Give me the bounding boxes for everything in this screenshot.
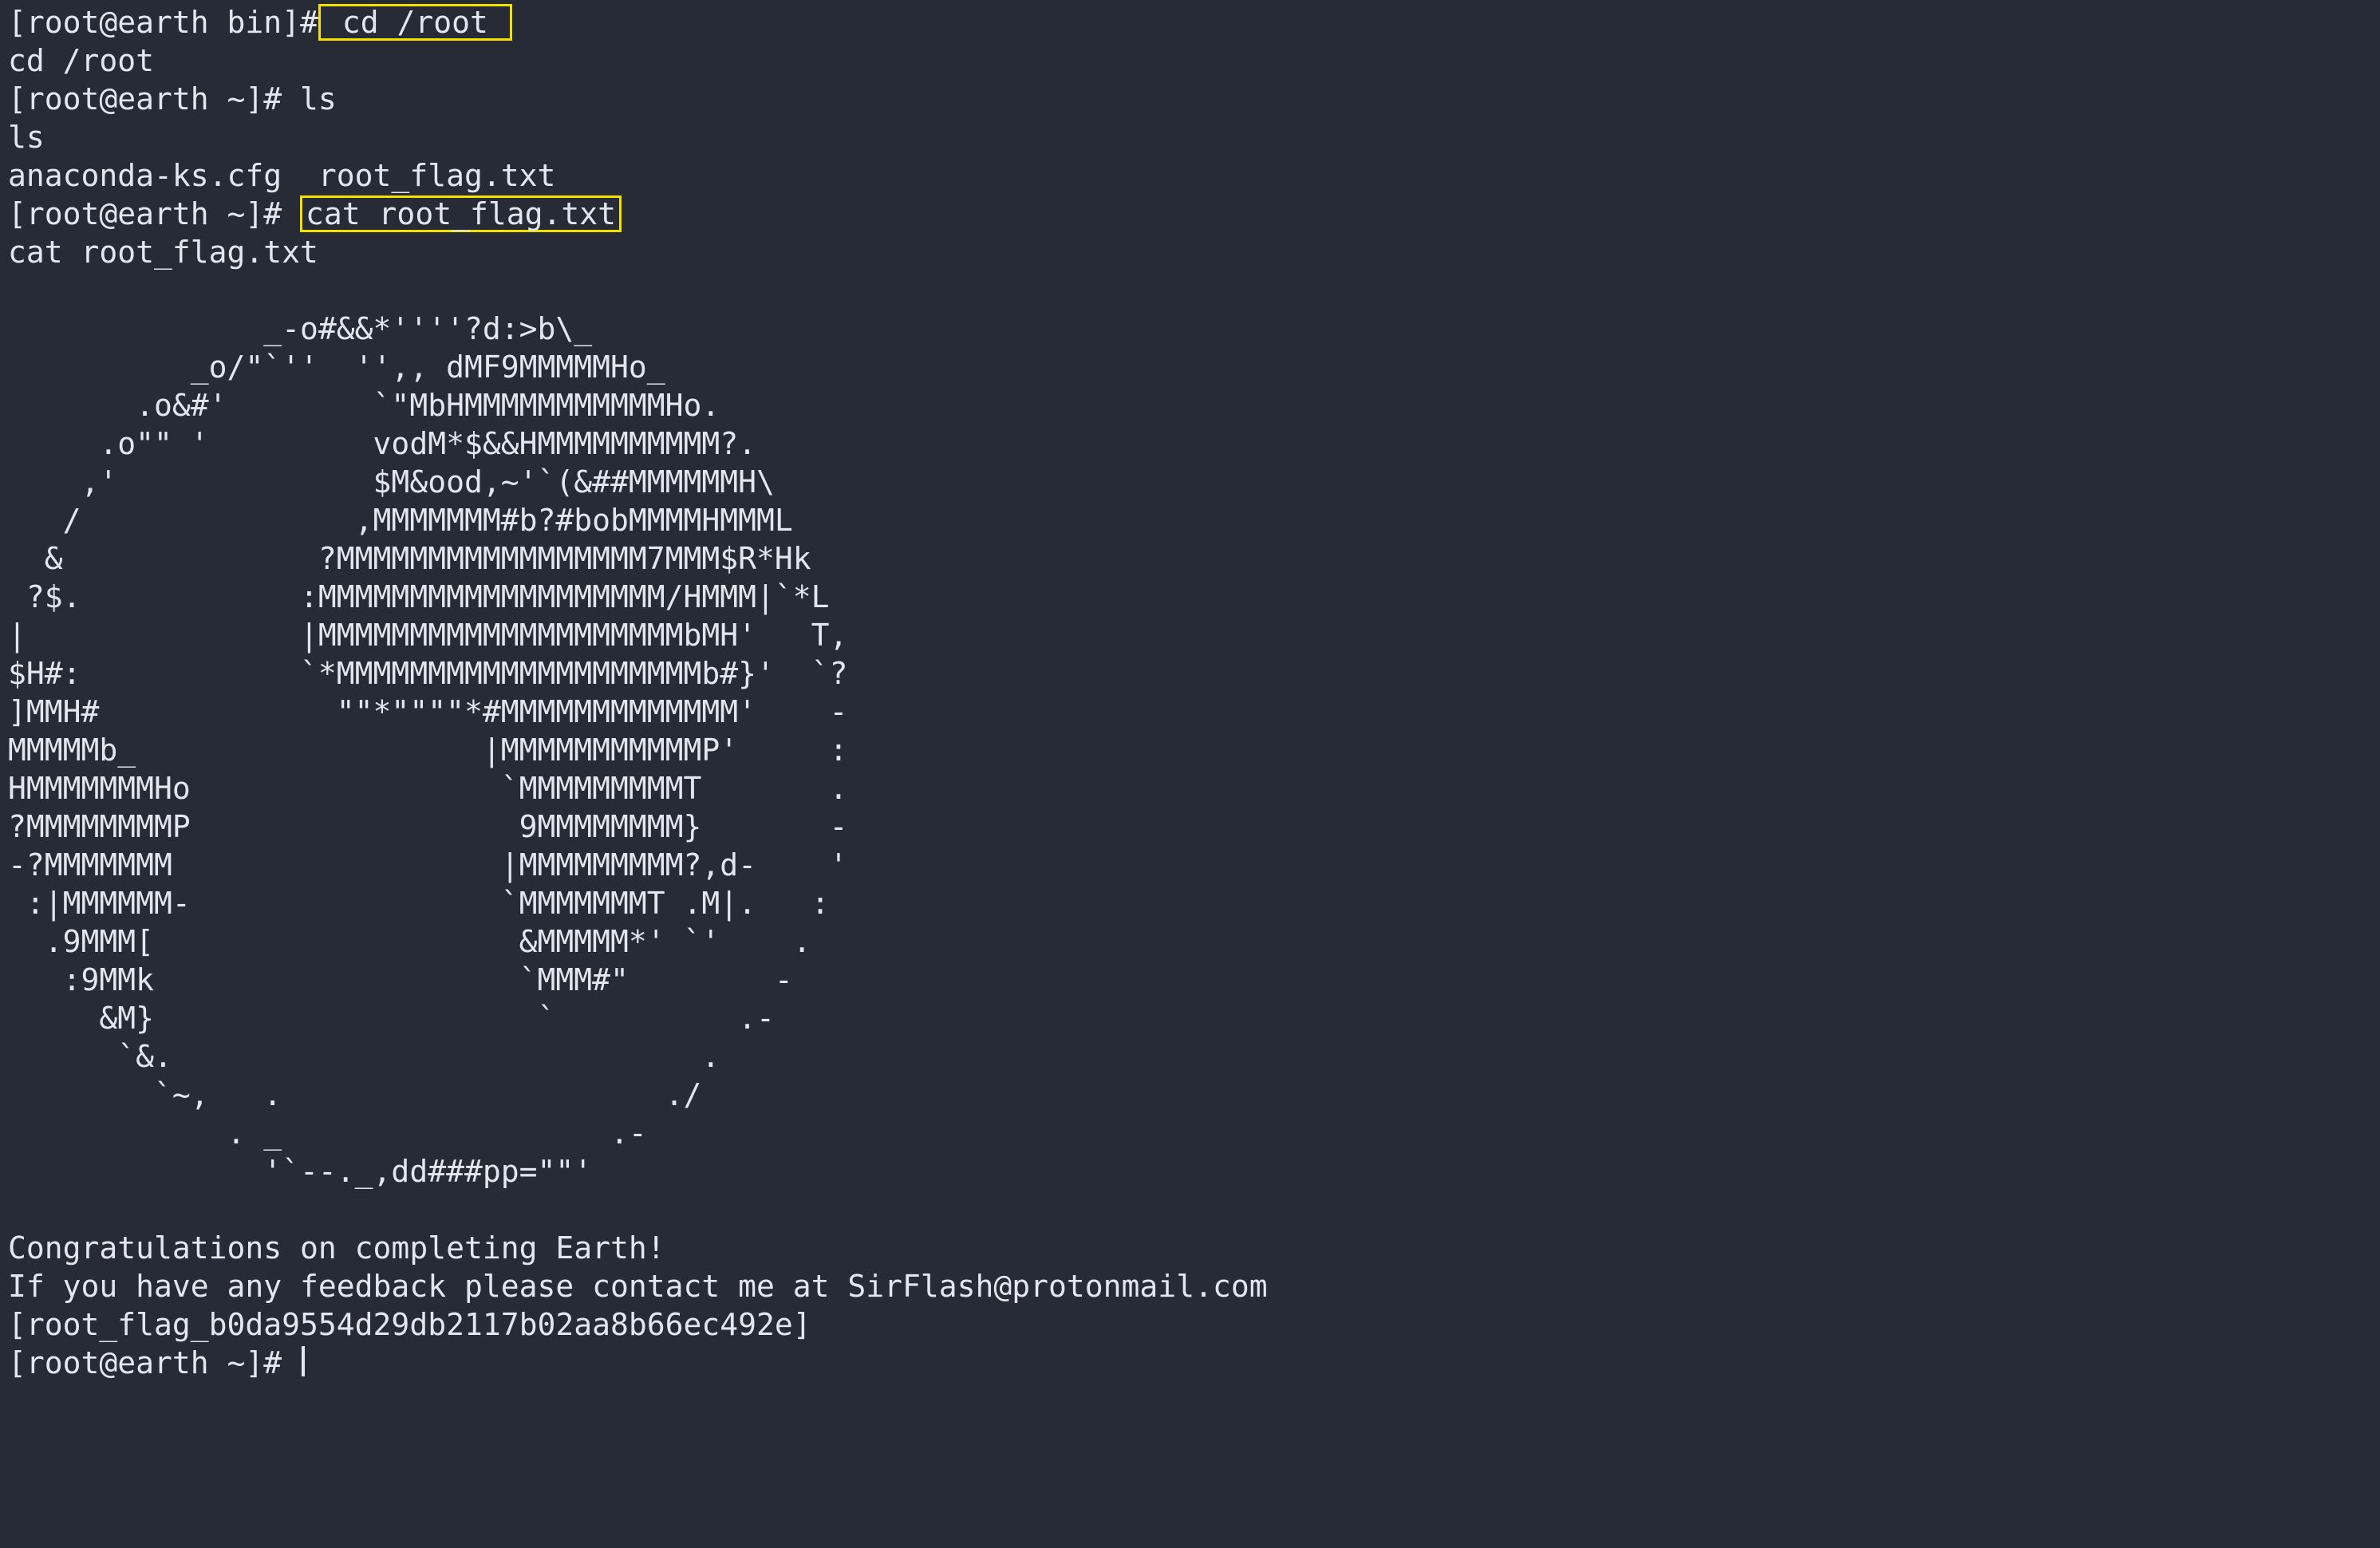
prompt-cat: [root@earth ~]# <box>8 196 300 231</box>
ascii-art-line: `~, . ./ <box>8 1077 701 1112</box>
ascii-art-line: -?MMMMMMM |MMMMMMMMM?,d- ' <box>8 847 847 883</box>
highlight-cat-flag: cat root_flag.txt <box>300 195 622 232</box>
ascii-art-line: . _ .- <box>8 1116 647 1151</box>
ascii-art-line: / ,MMMMMMM#b?#bobMMMMHMMML <box>8 503 793 538</box>
prompt-ls: [root@earth ~]# ls <box>8 81 337 116</box>
echo-cd: cd /root <box>8 43 154 78</box>
ascii-art-line: MMMMMb_ |MMMMMMMMMMMP' : <box>8 733 847 768</box>
ascii-art-line: .9MMM[ &MMMMM*' `' . <box>8 924 811 959</box>
ls-output: anaconda-ks.cfg root_flag.txt <box>8 158 555 193</box>
ascii-art-line: ]MMH# ""*""""*#MMMMMMMMMMMMM' - <box>8 694 847 729</box>
ascii-art-line: ?MMMMMMMMP 9MMMMMMMM} - <box>8 809 847 844</box>
ascii-art-line: `&. . <box>8 1039 720 1074</box>
ascii-art-line: _-o#&&*''''?d:>b\_ <box>8 311 592 346</box>
ascii-art-line: .o&#' `"MbHMMMMMMMMMMMHo. <box>8 388 720 423</box>
ascii-art-line: :9MMk `MMM#" - <box>8 962 793 997</box>
ascii-art-line: .o"" ' vodM*$&&HMMMMMMMMMM?. <box>8 426 756 461</box>
root-flag-value: [root_flag_b0da9554d29db2117b02aa8b66ec4… <box>8 1307 811 1342</box>
ascii-art-line: &M} ` .- <box>8 1001 775 1036</box>
ascii-art-line: HMMMMMMMHo `MMMMMMMMMT . <box>8 771 847 806</box>
ascii-art-line: ,' $M&ood,~'`(&##MMMMMMH\ <box>8 464 775 500</box>
terminal-output[interactable]: [root@earth bin]# cd /root cd /root [roo… <box>0 0 2380 1385</box>
ascii-art-line: ?$. :MMMMMMMMMMMMMMMMMMM/HMMM|`*L <box>8 579 830 614</box>
cursor-icon <box>302 1346 305 1376</box>
congrats-message: Congratulations on completing Earth! <box>8 1230 665 1266</box>
ascii-art-line: & ?MMMMMMMMMMMMMMMMM7MMM$R*Hk <box>8 541 811 576</box>
ascii-art-line: :|MMMMMM- `MMMMMMMT .M|. : <box>8 886 830 921</box>
ascii-art-line: '`--._,dd###pp=""' <box>8 1154 592 1189</box>
feedback-message: If you have any feedback please contact … <box>8 1269 1268 1304</box>
ascii-art-line: $H#: `*MMMMMMMMMMMMMMMMMMMMb#}' `? <box>8 656 847 691</box>
prompt-1: [root@earth bin]# <box>8 5 318 40</box>
ascii-art-line: _o/"`'' '',, dMF9MMMMMHo_ <box>8 349 665 385</box>
echo-cat: cat root_flag.txt <box>8 235 318 270</box>
highlight-cd-root: cd /root <box>318 4 512 41</box>
echo-ls: ls <box>8 120 45 155</box>
final-prompt: [root@earth ~]# <box>8 1345 300 1380</box>
ascii-art-line: | |MMMMMMMMMMMMMMMMMMMMbMH' T, <box>8 618 847 653</box>
